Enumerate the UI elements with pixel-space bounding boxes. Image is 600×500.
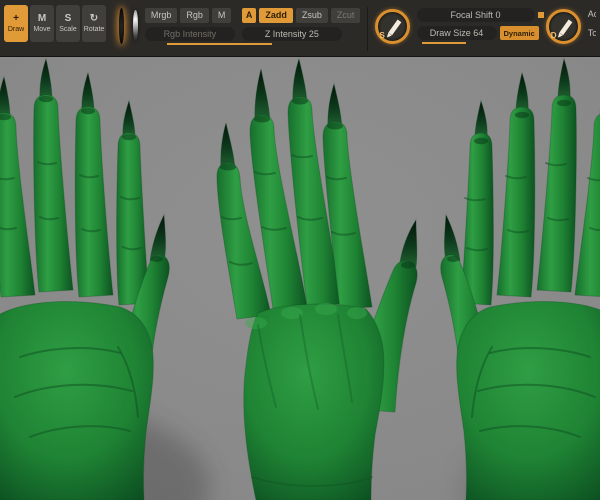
rgb-button[interactable]: Rgb — [180, 8, 209, 23]
scale-tool-label: Scale — [59, 26, 77, 33]
rotate-icon: ↻ — [89, 13, 99, 24]
draw-tool-label: Draw — [7, 26, 25, 33]
dynamic-letter: D — [550, 31, 557, 40]
focal-shift-label: Focal Shift 0 — [450, 10, 501, 20]
scale-icon: S — [64, 13, 72, 24]
zsub-button[interactable]: Zsub — [295, 8, 328, 23]
auto-masking-a-button[interactable]: A — [241, 8, 257, 23]
brush-size-controls: Focal Shift 0 Draw Size 64 Dynamic — [416, 8, 544, 44]
draw-size-fill — [421, 42, 466, 44]
focal-shift-slider[interactable]: Focal Shift 0 — [416, 8, 544, 22]
move-icon: M — [37, 13, 47, 24]
rgb-intensity-fill — [166, 43, 249, 45]
sculpt-viewport[interactable] — [0, 57, 600, 500]
mrgb-button[interactable]: Mrgb — [144, 8, 178, 23]
rotate-tool-button[interactable]: ↻ Rotate — [82, 5, 106, 42]
draw-cross-icon: + — [13, 13, 19, 24]
brush-preview-icon[interactable] — [119, 8, 125, 44]
rotate-tool-label: Rotate — [83, 26, 105, 33]
z-intensity-slider[interactable]: Z Intensity 25 — [241, 27, 342, 45]
rgb-intensity-slider[interactable]: Rgb Intensity — [144, 27, 249, 45]
sculptris-pro-icon[interactable]: S — [374, 9, 410, 44]
m-button[interactable]: M — [211, 8, 232, 23]
dynamic-draw-size-icon[interactable]: D — [545, 9, 581, 44]
zcut-button[interactable]: Zcut — [330, 8, 361, 23]
depth-mode-row: A Zadd Zsub Zcut — [241, 8, 361, 23]
active-points-label: ActivePoint — [587, 9, 596, 19]
dynamic-button[interactable]: Dynamic — [499, 26, 539, 40]
depth-controls: A Zadd Zsub Zcut Z Intensity 25 — [241, 8, 361, 45]
points-info: ActivePoint TotalPoint — [588, 8, 596, 40]
zadd-button[interactable]: Zadd — [259, 8, 293, 23]
transform-tools: + Draw M Move S Scale ↻ Rotate — [4, 5, 106, 42]
move-tool-label: Move — [33, 26, 51, 33]
move-tool-button[interactable]: M Move — [30, 5, 54, 42]
z-intensity-label: Z Intensity 25 — [264, 29, 319, 39]
rgb-intensity-label: Rgb Intensity — [163, 29, 217, 39]
material-sphere-icon[interactable] — [133, 10, 138, 41]
draw-tool-button[interactable]: + Draw — [4, 5, 28, 42]
draw-size-slider[interactable]: Draw Size 64 — [416, 26, 497, 44]
z-intensity-fill — [246, 43, 272, 45]
zbrush-window: + Draw M Move S Scale ↻ Rotate Mrgb Rgb … — [0, 0, 600, 500]
top-shelf: + Draw M Move S Scale ↻ Rotate Mrgb Rgb … — [0, 0, 600, 57]
color-mode-row: Mrgb Rgb M — [144, 8, 235, 23]
total-points-label: TotalPoint — [587, 28, 596, 38]
draw-size-label: Draw Size 64 — [429, 28, 484, 38]
scale-tool-button[interactable]: S Scale — [56, 5, 80, 42]
color-controls: Mrgb Rgb M Rgb Intensity — [144, 8, 249, 45]
sculptris-letter: S — [379, 31, 385, 40]
focal-shift-handle[interactable] — [537, 12, 544, 18]
document-canvas[interactable] — [0, 57, 600, 500]
draw-size-row: Draw Size 64 Dynamic — [416, 26, 539, 44]
